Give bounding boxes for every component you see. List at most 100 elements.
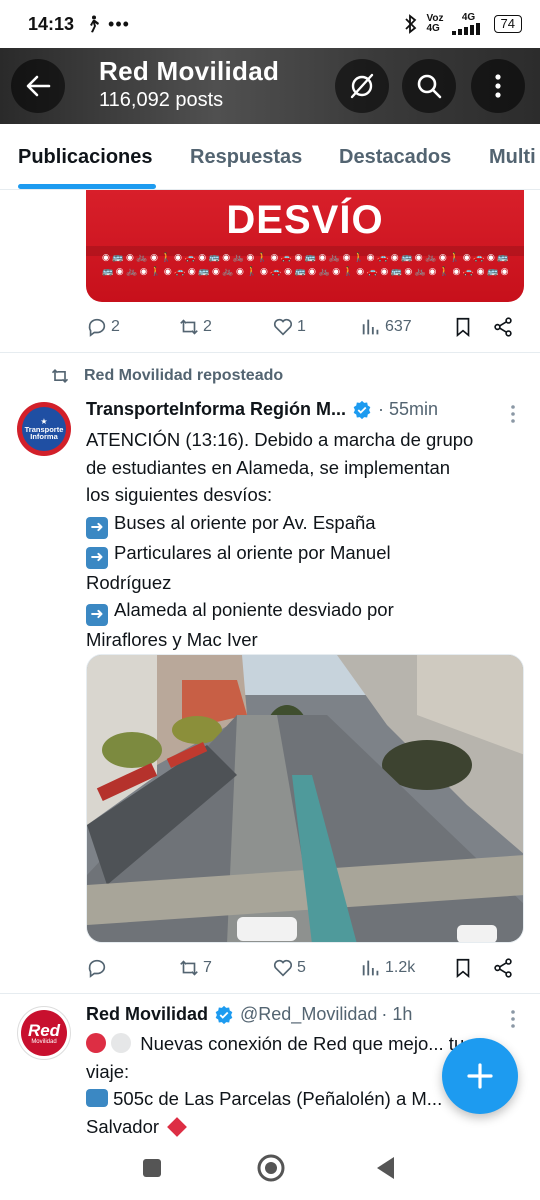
views-icon: [362, 960, 379, 976]
heart-icon: [273, 959, 293, 977]
red-circle-emoji-icon: [86, 1033, 106, 1053]
profile-tabs: Publicaciones Respuestas Destacados Mult…: [0, 124, 540, 190]
like-count: 1: [297, 318, 306, 335]
right-arrow-emoji-icon: ➜: [86, 604, 108, 626]
post-more-button[interactable]: [510, 1009, 516, 1032]
post-image-street[interactable]: [86, 654, 524, 943]
repost-label: Red Movilidad reposteado: [84, 367, 284, 384]
share-icon: [494, 317, 512, 337]
post-line: Alameda al poniente desviado por: [114, 599, 394, 620]
post-line: Buses al oriente por Av. España: [114, 511, 376, 533]
author-handle[interactable]: @Red_Movilidad: [240, 1004, 377, 1025]
post-line: Miraflores y Mac Iver: [86, 629, 258, 650]
search-icon: [417, 74, 442, 99]
more-vertical-icon: [495, 74, 501, 98]
post-divider: [0, 993, 540, 994]
tab-destacados[interactable]: Destacados: [339, 146, 451, 169]
verified-badge-icon: [353, 400, 371, 419]
bookmark-button[interactable]: [452, 316, 474, 338]
recent-apps-button[interactable]: [141, 1157, 163, 1184]
repost-button[interactable]: 7: [178, 957, 212, 979]
author-name[interactable]: TransporteInforma Región M...: [86, 399, 346, 420]
post-line: Salvador: [86, 1115, 160, 1137]
tab-multimedia[interactable]: Multi: [489, 146, 536, 169]
post-time: · 1h: [381, 1004, 413, 1024]
carrier-4g: 4G: [426, 23, 440, 34]
like-count: 5: [297, 959, 306, 976]
back-nav-button[interactable]: [374, 1155, 398, 1186]
grok-button[interactable]: [335, 59, 389, 113]
repost-icon: [180, 960, 198, 976]
repost-icon: [180, 319, 198, 335]
bookmark-button[interactable]: [452, 957, 474, 979]
reply-button[interactable]: 2: [86, 316, 120, 338]
desvio-image-text: DESVÍO: [226, 198, 384, 242]
right-arrow-emoji-icon: ➜: [86, 546, 108, 569]
views-icon: [362, 319, 379, 335]
reply-icon: [88, 959, 106, 978]
triangle-back-icon: [377, 1157, 394, 1179]
post-actions: 7 5 1.2k: [86, 953, 520, 983]
bookmark-icon: [456, 958, 470, 979]
compose-post-button[interactable]: [442, 1038, 518, 1114]
post-line: Nuevas conexión de Red que mejo... tu: [140, 1033, 465, 1054]
tab-respuestas[interactable]: Respuestas: [190, 146, 302, 169]
home-button[interactable]: [256, 1153, 286, 1188]
post-header: Red Movilidad @Red_Movilidad · 1h: [86, 1004, 412, 1025]
plus-icon: [467, 1063, 493, 1089]
share-icon: [494, 958, 512, 978]
view-count: 1.2k: [385, 959, 416, 976]
repost-indicator: Red Movilidad reposteado: [50, 366, 283, 386]
more-options-button[interactable]: [471, 59, 525, 113]
home-circle-icon: [257, 1154, 285, 1182]
signal-icon: [451, 23, 480, 35]
battery-indicator: 74: [493, 15, 522, 33]
transport-icons-row: ◉🚌◉🚲◉🚶◉🚗◉🚌◉🚲◉🚶◉🚗◉🚌◉🚲◉🚶◉🚗◉🚌◉🚲◉🚶◉🚗◉🚌: [102, 252, 512, 262]
repost-count: 2: [203, 318, 212, 335]
post-count: 116,092 posts: [99, 89, 224, 111]
view-count: 637: [385, 318, 412, 335]
tab-publicaciones[interactable]: Publicaciones: [18, 146, 153, 169]
post-line: Rodríguez: [86, 571, 172, 593]
post-header: TransporteInforma Región M... · 55min: [86, 399, 438, 420]
bookmark-icon: [456, 317, 470, 338]
profile-name: Red Movilidad: [99, 56, 280, 86]
repost-button[interactable]: 2: [178, 316, 212, 338]
bluetooth-icon: [405, 14, 417, 34]
right-arrow-emoji-icon: ➜: [86, 516, 108, 539]
share-button[interactable]: [492, 957, 514, 979]
status-time: 14:13: [28, 13, 75, 34]
post-more-button[interactable]: [510, 404, 516, 427]
like-button[interactable]: 1: [272, 316, 306, 338]
reply-button[interactable]: [86, 957, 111, 979]
post-line: 505c de Las Parcelas (Peñalolén) a M...: [113, 1088, 443, 1109]
bus-emoji-icon: [86, 1089, 108, 1107]
profile-header: Red Movilidad 116,092 posts: [0, 48, 540, 124]
transport-icons-row: 🚌◉🚲◉🚶◉🚗◉🚌◉🚲◉🚶◉🚗◉🚌◉🚲◉🚶◉🚗◉🚌◉🚲◉🚶◉🚗◉🚌◉: [102, 266, 512, 276]
post-actions: 2 2 1 637: [86, 312, 520, 342]
like-button[interactable]: 5: [272, 957, 306, 979]
active-tab-indicator: [18, 184, 156, 189]
views-button[interactable]: 637: [360, 316, 412, 338]
share-button[interactable]: [492, 316, 514, 338]
post-line: ATENCIÓN (13:16). Debido a marcha de gru…: [86, 429, 474, 450]
reply-icon: [88, 318, 106, 337]
avatar-text: Red: [27, 1020, 61, 1040]
heart-icon: [273, 318, 293, 336]
more-vertical-icon: [511, 1010, 515, 1028]
walking-icon: [90, 15, 100, 33]
avatar[interactable]: Red Movilidad: [17, 1006, 71, 1060]
verified-badge-icon: [215, 1005, 233, 1024]
grok-icon: [350, 73, 374, 99]
red-diamond-emoji-icon: [167, 1116, 188, 1137]
search-button[interactable]: [402, 59, 456, 113]
author-name[interactable]: Red Movilidad: [86, 1004, 208, 1025]
back-button[interactable]: [11, 59, 65, 113]
views-button[interactable]: 1.2k: [360, 957, 415, 979]
arrow-left-icon: [26, 75, 51, 97]
avatar-subtext: Movilidad: [31, 1038, 57, 1045]
avatar[interactable]: ★ Transporte Informa: [17, 402, 71, 456]
post-time: · 55min: [378, 399, 439, 419]
post-image-desvio[interactable]: DESVÍO ◉🚌◉🚲◉🚶◉🚗◉🚌◉🚲◉🚶◉🚗◉🚌◉🚲◉🚶◉🚗◉🚌◉🚲◉🚶◉🚗◉…: [86, 190, 524, 302]
post-text: ATENCIÓN (13:16). Debido a marcha de gru…: [86, 426, 526, 654]
